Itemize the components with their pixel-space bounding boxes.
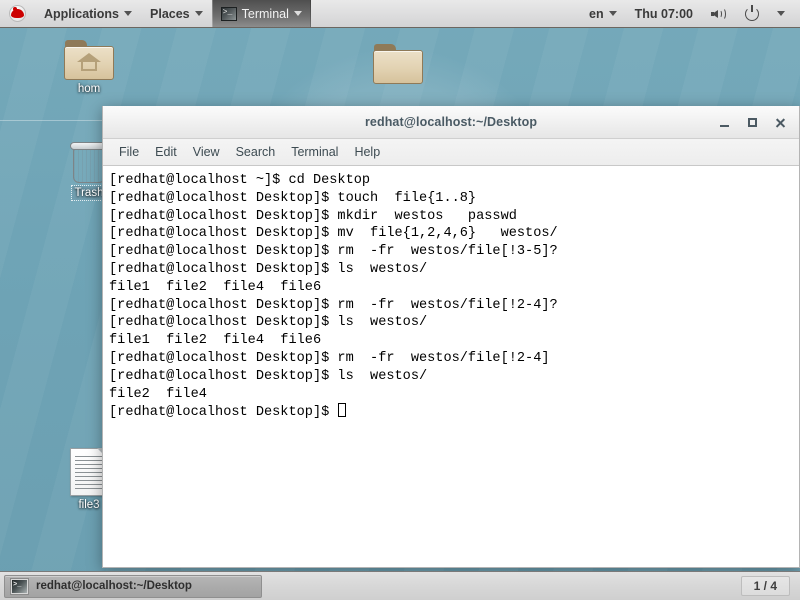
- desktop-screen: hom Trash file3 Applications Places >_ T…: [0, 0, 800, 600]
- terminal-line: [redhat@localhost ~]$ cd Desktop: [109, 173, 371, 188]
- terminal-window[interactable]: redhat@localhost:~/Desktop File Edit Vie…: [102, 106, 800, 568]
- terminal-text: [redhat@localhost ~]$ cd Desktop [redhat@…: [107, 172, 795, 422]
- desktop-icon-label: file3: [78, 499, 100, 511]
- maximize-button[interactable]: [739, 110, 765, 136]
- folder-icon: [373, 44, 423, 84]
- desktop-icon-home[interactable]: hom: [46, 40, 132, 101]
- chevron-down-icon: [124, 11, 133, 16]
- redhat-logo-button[interactable]: [0, 0, 35, 27]
- terminal-icon: [10, 577, 29, 595]
- terminal-line: [redhat@localhost Desktop]$: [109, 403, 795, 422]
- desktop-icon-folder[interactable]: [355, 44, 441, 102]
- power-icon: [745, 4, 759, 21]
- chevron-down-icon: [777, 11, 785, 16]
- language-indicator[interactable]: en: [580, 0, 626, 27]
- menu-view[interactable]: View: [185, 142, 228, 162]
- terminal-menubar: File Edit View Search Terminal Help: [103, 139, 799, 166]
- terminal-line: file2 file4: [109, 386, 207, 402]
- terminal-line: [redhat@localhost Desktop]$ mkdir westos…: [109, 208, 517, 224]
- chevron-down-icon: [194, 11, 203, 16]
- chevron-down-icon: [293, 11, 302, 16]
- applications-menu[interactable]: Applications: [35, 0, 141, 27]
- workspace-switcher[interactable]: 1 / 4: [740, 576, 790, 596]
- desktop-icon-label: [395, 95, 401, 97]
- terminal-line: [redhat@localhost Desktop]$ ls westos/: [109, 315, 428, 331]
- desktop-icon-label: hom: [77, 83, 101, 95]
- close-button[interactable]: [767, 110, 793, 136]
- applications-menu-label: Applications: [44, 6, 120, 21]
- bottom-panel: redhat@localhost:~/Desktop 1 / 4: [0, 571, 800, 600]
- places-menu-label: Places: [150, 6, 190, 21]
- menu-search[interactable]: Search: [228, 142, 284, 162]
- top-panel-status-area: en Thu 07:00: [580, 0, 800, 27]
- terminal-titlebar[interactable]: redhat@localhost:~/Desktop: [103, 106, 799, 139]
- workspace-label: 1 / 4: [753, 579, 777, 593]
- terminal-output-area[interactable]: [redhat@localhost ~]$ cd Desktop [redhat@…: [103, 166, 799, 567]
- menu-terminal[interactable]: Terminal: [283, 142, 346, 162]
- taskbar-window-label: redhat@localhost:~/Desktop: [36, 580, 192, 592]
- language-label: en: [589, 6, 604, 21]
- taskbar-window-button[interactable]: redhat@localhost:~/Desktop: [4, 574, 262, 598]
- home-folder-icon: [64, 40, 114, 80]
- top-panel: Applications Places Terminal en Thu 07:0…: [0, 0, 800, 28]
- terminal-title: redhat@localhost:~/Desktop: [364, 115, 538, 129]
- terminal-line: file1 file2 file4 file6: [109, 279, 322, 295]
- terminal-cursor: [338, 403, 347, 418]
- terminal-app-menu[interactable]: Terminal: [211, 0, 311, 27]
- places-menu[interactable]: Places: [141, 0, 212, 27]
- terminal-line: [redhat@localhost Desktop]$ rm -fr westo…: [109, 297, 558, 313]
- terminal-line: [redhat@localhost Desktop]$ touch file{1…: [109, 190, 477, 206]
- menu-help[interactable]: Help: [346, 142, 388, 162]
- terminal-app-menu-label: Terminal: [241, 6, 289, 21]
- menu-file[interactable]: File: [111, 142, 147, 162]
- terminal-icon: [220, 6, 237, 21]
- clock-label: Thu 07:00: [634, 6, 693, 21]
- chevron-down-icon: [608, 11, 617, 16]
- power-button[interactable]: [736, 0, 768, 27]
- clock[interactable]: Thu 07:00: [626, 0, 702, 27]
- terminal-line: [redhat@localhost Desktop]$ rm -fr westo…: [109, 350, 550, 366]
- minimize-button[interactable]: [711, 110, 737, 136]
- terminal-line: [redhat@localhost Desktop]$ ls westos/: [109, 368, 428, 384]
- terminal-line: [redhat@localhost Desktop]$ rm -fr westo…: [109, 244, 558, 260]
- system-menu-button[interactable]: [768, 0, 794, 27]
- terminal-line: [redhat@localhost Desktop]$ ls westos/: [109, 261, 428, 277]
- volume-button[interactable]: [702, 0, 736, 27]
- menu-edit[interactable]: Edit: [147, 142, 185, 162]
- redhat-logo-icon: [9, 5, 26, 22]
- window-controls: [711, 106, 793, 139]
- terminal-line: file1 file2 file4 file6: [109, 333, 322, 349]
- volume-icon: [711, 7, 727, 21]
- terminal-line: [redhat@localhost Desktop]$ mv file{1,2,…: [109, 226, 558, 242]
